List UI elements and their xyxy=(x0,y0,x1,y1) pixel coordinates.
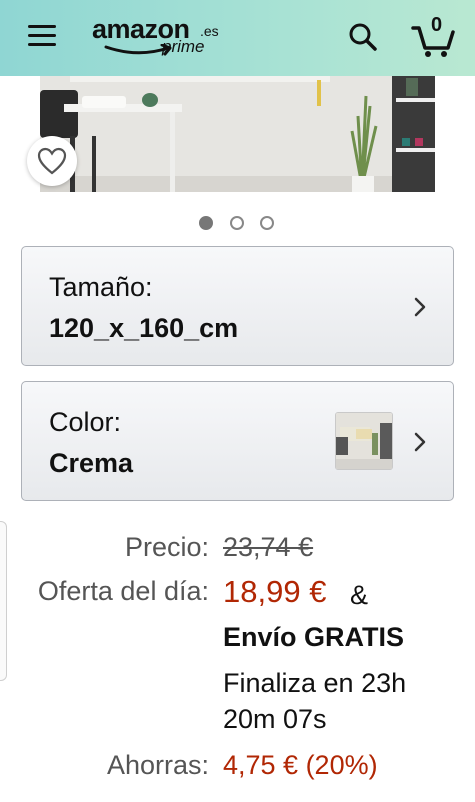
color-swatch-thumbnail xyxy=(335,412,393,470)
list-price-row: Precio: 23,74 € xyxy=(0,532,475,568)
room-scene-image xyxy=(40,76,435,192)
size-label: Tamaño: xyxy=(49,272,153,302)
savings-row: Ahorras: 4,75 € (20%) xyxy=(0,750,475,786)
wishlist-button[interactable] xyxy=(27,136,77,186)
product-image[interactable] xyxy=(40,76,435,192)
deal-ends-text-1: Finaliza en 23h xyxy=(223,668,407,698)
cart-icon xyxy=(411,26,455,57)
carousel-dot-1[interactable] xyxy=(199,216,213,230)
deal-price-label: Oferta del día: xyxy=(37,576,209,606)
cart-button[interactable]: 0 xyxy=(410,14,456,58)
hamburger-menu-icon[interactable] xyxy=(28,25,56,47)
top-header: amazon .es prime 0 xyxy=(0,0,475,76)
color-selector[interactable]: Color: Crema xyxy=(21,381,454,501)
savings-value: 4,75 € (20%) xyxy=(223,750,378,780)
deal-ends-text-2: 20m 07s xyxy=(223,704,327,734)
logo-prime: prime xyxy=(162,37,205,56)
carousel-dot-3[interactable] xyxy=(260,216,274,230)
savings-label: Ahorras: xyxy=(106,750,209,780)
list-price-value: 23,74 € xyxy=(223,532,314,562)
deal-price-value: 18,99 € xyxy=(223,574,327,609)
chevron-right-icon xyxy=(414,297,426,317)
list-price-label: Precio: xyxy=(124,532,209,562)
ampersand: & xyxy=(350,580,369,610)
color-value: Crema xyxy=(49,448,134,478)
deal-ends-line-2: 20m 07s xyxy=(0,704,475,740)
shipping-row: Envío GRATIS xyxy=(0,622,475,658)
deal-price-row: Oferta del día: 18,99 € & xyxy=(0,574,475,616)
heart-icon xyxy=(37,147,67,175)
chevron-right-icon xyxy=(414,432,426,452)
carousel-indicator xyxy=(199,216,279,232)
amazon-logo[interactable]: amazon .es prime xyxy=(92,14,222,60)
color-label: Color: xyxy=(49,407,122,437)
free-shipping-text: Envío GRATIS xyxy=(223,622,405,652)
search-icon[interactable] xyxy=(348,22,378,52)
size-value: 120_x_160_cm xyxy=(49,313,239,343)
carousel-dot-2[interactable] xyxy=(230,216,244,230)
deal-ends-line-1: Finaliza en 23h xyxy=(0,668,475,704)
size-selector[interactable]: Tamaño: 120_x_160_cm xyxy=(21,246,454,366)
